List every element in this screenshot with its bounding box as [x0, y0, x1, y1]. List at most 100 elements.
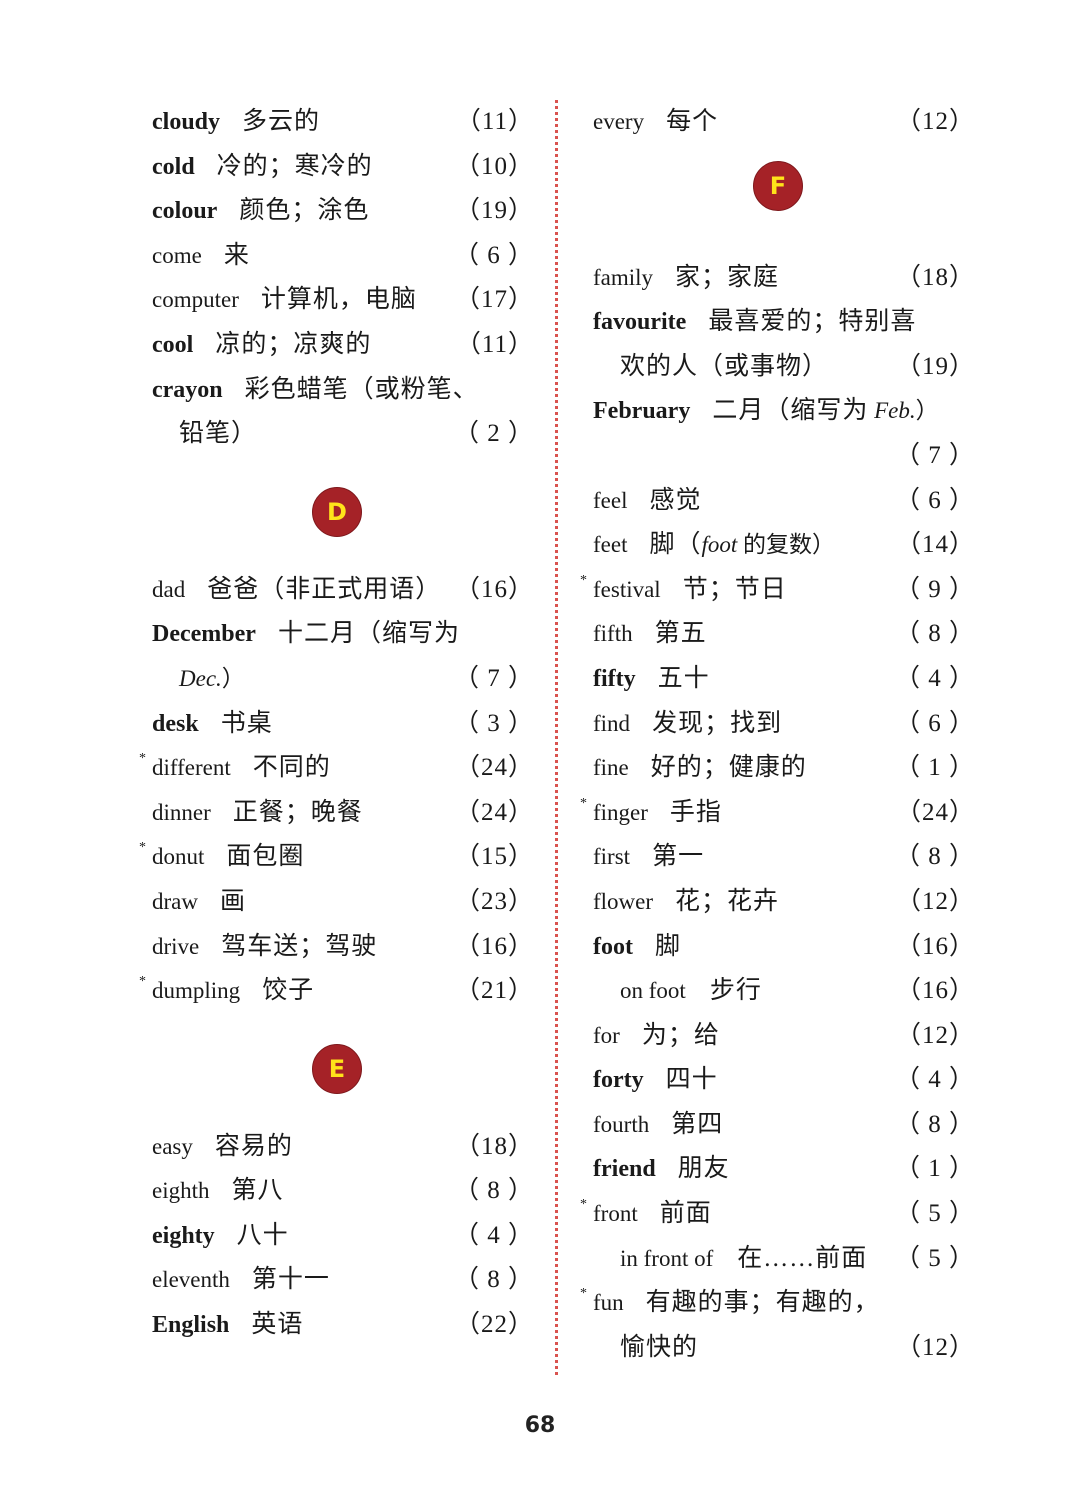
- entry-meaning-cont: 铅笔）: [179, 420, 258, 448]
- entry-word: donut: [152, 844, 205, 870]
- entry-page: （ 8 ）: [453, 1266, 534, 1294]
- entry-page: （24）: [454, 754, 534, 782]
- entry-page: （ 6 ）: [894, 709, 975, 737]
- entry-word: colour: [152, 198, 218, 225]
- star-mark: *: [580, 795, 587, 811]
- entry-feet: feet 脚（foot 的复数） （14）: [593, 523, 975, 568]
- entry-dinner: dinner 正餐；晚餐 （24）: [152, 791, 534, 836]
- entry-meaning: 家；家庭: [675, 263, 780, 291]
- entry-page: （ 4 ）: [453, 1221, 534, 1249]
- entry-meaning: 多云的: [242, 108, 321, 135]
- entry-page: （ 5 ）: [894, 1244, 975, 1272]
- entry-meaning: 爸爸（非正式用语）: [207, 575, 442, 603]
- entry-page: （ 6 ）: [894, 486, 975, 514]
- entry-meaning: 计算机，电脑: [260, 286, 417, 314]
- entry-meaning: 驾车送；驾驶: [221, 932, 378, 960]
- entry-meaning: 为；给: [641, 1021, 720, 1049]
- entry-meaning: 发现；找到: [652, 709, 783, 737]
- entry-meaning: 每个: [666, 108, 719, 135]
- entry-meaning: 容易的: [214, 1132, 293, 1160]
- entry-draw: draw 画 （23）: [152, 880, 534, 925]
- entry-fourth: fourth 第四 （ 8 ）: [593, 1103, 975, 1148]
- entry-abbrev: Dec.: [179, 665, 222, 691]
- entry-word: eleventh: [152, 1267, 230, 1293]
- entry-page: （ 4 ）: [894, 664, 975, 692]
- entry-easy: easy 容易的 （18）: [152, 1125, 534, 1170]
- entry-page: （21）: [454, 977, 534, 1005]
- entry-fun-cont: 愉快的 （12）: [593, 1326, 975, 1371]
- entry-page: （ 6 ）: [453, 241, 534, 269]
- letter-badge-d: D: [312, 486, 362, 537]
- entry-page: （12）: [895, 108, 975, 135]
- entry-for: for 为；给 （12）: [593, 1014, 975, 1059]
- entry-fun: * fun 有趣的事；有趣的，: [580, 1281, 975, 1326]
- entry-word: fourth: [593, 1111, 650, 1137]
- entry-first: first 第一 （ 8 ）: [593, 835, 975, 880]
- entry-word: foot: [593, 933, 633, 960]
- entry-page: （ 8 ）: [894, 620, 975, 648]
- entry-word: cold: [152, 153, 195, 180]
- entry-page: （ 8 ）: [894, 1110, 975, 1138]
- entry-page: （19）: [454, 197, 534, 225]
- entry-english: English 英语 （22）: [152, 1303, 534, 1348]
- entry-page: （ 7 ）: [894, 441, 975, 469]
- entry-page: （ 9 ）: [894, 575, 975, 603]
- section-d: D: [152, 457, 534, 568]
- entry-word: family: [593, 264, 654, 290]
- right-column: every 每个 （12） F family 家；家庭 （18） favourite…: [580, 100, 975, 1371]
- entry-word: feet: [593, 532, 628, 558]
- entry-computer: computer 计算机，电脑 （17）: [152, 278, 534, 323]
- entry-meaning: 来: [223, 241, 250, 269]
- entry-page: （ 1 ）: [894, 754, 975, 782]
- letter-badge-e: E: [312, 1043, 362, 1094]
- entry-meaning: 第四: [671, 1110, 724, 1138]
- entry-word: fifth: [593, 621, 633, 647]
- entry-word: come: [152, 242, 202, 268]
- entry-meaning: 朋友: [677, 1155, 730, 1183]
- entry-meaning: 第十一: [251, 1266, 330, 1294]
- entry-page: （18）: [454, 1132, 534, 1160]
- entry-drive: drive 驾车送；驾驶 （16）: [152, 925, 534, 970]
- entry-eighty: eighty 八十 （ 4 ）: [152, 1214, 534, 1259]
- entry-in-front-of: in front of 在……前面 （ 5 ）: [593, 1237, 975, 1282]
- entry-fine: fine 好的；健康的 （ 1 ）: [593, 746, 975, 791]
- entry-word: front: [593, 1201, 638, 1227]
- entry-february: February 二月（缩写为 Feb.）: [593, 389, 975, 434]
- entry-page: （17）: [454, 286, 534, 314]
- entry-word: friend: [593, 1156, 656, 1183]
- entry-page: （18）: [895, 263, 975, 291]
- entry-word: feel: [593, 487, 628, 513]
- entry-meaning-tail: 的复数）: [737, 532, 836, 558]
- entry-crayon: crayon 彩色蜡笔（或粉笔、: [152, 368, 534, 413]
- entry-family: family 家；家庭 （18）: [593, 256, 975, 301]
- entry-page: （ 4 ）: [894, 1066, 975, 1094]
- entry-meaning: 步行: [709, 977, 762, 1005]
- star-mark: *: [139, 751, 146, 767]
- entry-word: dad: [152, 576, 186, 602]
- entry-friend: friend 朋友 （ 1 ）: [593, 1147, 975, 1192]
- entry-page: （16）: [454, 932, 534, 960]
- entry-meaning: 脚: [654, 932, 681, 960]
- entry-meaning: 冷的；寒冷的: [216, 152, 373, 180]
- entry-page: （ 7 ）: [453, 664, 534, 692]
- entry-phrase: in front of: [620, 1245, 714, 1271]
- entry-word: cool: [152, 331, 194, 358]
- entry-meaning: 前面: [659, 1200, 712, 1228]
- entry-word: find: [593, 710, 631, 736]
- entry-word: English: [152, 1312, 230, 1339]
- entry-meaning: 感觉: [649, 486, 702, 514]
- entry-flower: flower 花；花卉 （12）: [593, 880, 975, 925]
- entry-word: different: [152, 755, 231, 781]
- entry-word: first: [593, 844, 631, 870]
- entry-meaning-cont: ）: [221, 665, 245, 691]
- entry-word: drive: [152, 933, 200, 959]
- entry-meaning-tail: ）: [915, 398, 939, 424]
- entry-meaning: 最喜爱的；特别喜: [708, 308, 917, 336]
- entry-word: fine: [593, 755, 629, 781]
- entry-meaning: 正餐；晚餐: [232, 798, 363, 826]
- entry-page: （ 5 ）: [894, 1200, 975, 1228]
- entry-word: dumpling: [152, 978, 241, 1004]
- page-number: 68: [524, 1413, 556, 1438]
- entry-word: cloudy: [152, 109, 221, 135]
- entry-fifty: fifty 五十 （ 4 ）: [593, 657, 975, 702]
